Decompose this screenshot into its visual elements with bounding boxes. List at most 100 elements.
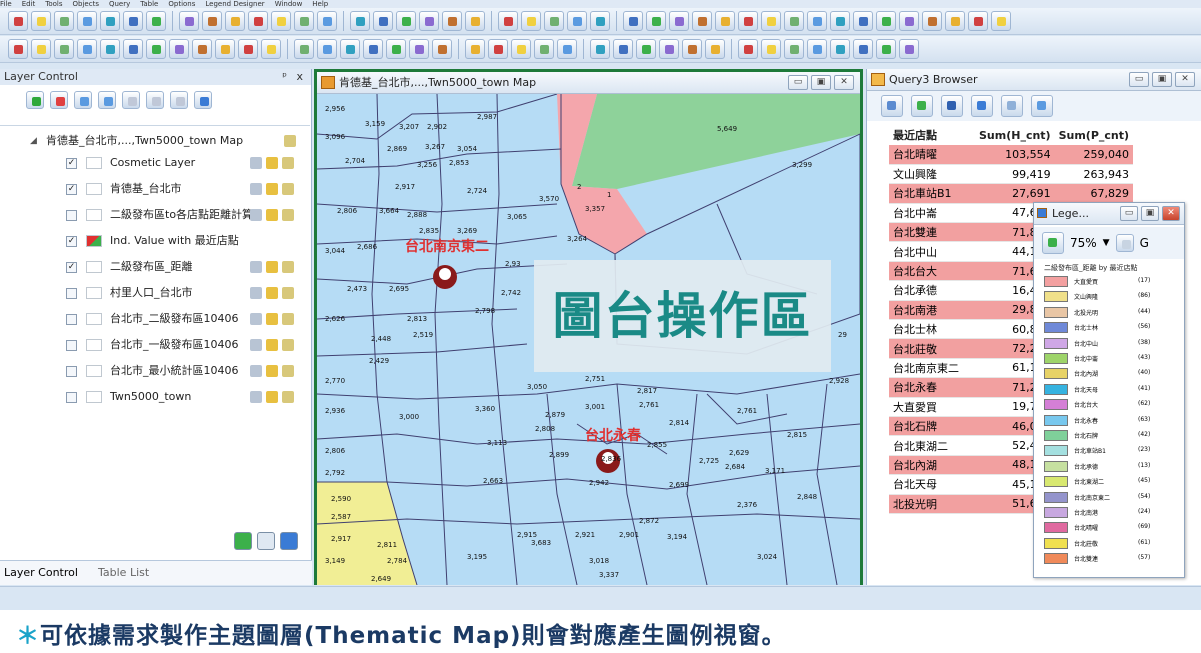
layer-row-ind-value[interactable]: ✓ Ind. Value with 最近店點 <box>0 230 310 252</box>
move-down-button[interactable] <box>98 91 116 109</box>
add-layer-button[interactable] <box>26 91 44 109</box>
toolbar-tool-button[interactable] <box>784 39 804 59</box>
refresh-button[interactable] <box>194 91 212 109</box>
editable-icon[interactable] <box>250 391 262 403</box>
toolbar-tool-button[interactable] <box>350 11 370 31</box>
map-tree-node[interactable]: ◢ 肯德基_台北市,...,Twn5000_town Map <box>0 130 310 152</box>
toolbar-tool-button[interactable] <box>409 39 429 59</box>
toolbar-tool-button[interactable] <box>215 39 235 59</box>
close-button[interactable]: ✕ <box>834 75 854 90</box>
toolbar-tool-button[interactable] <box>238 39 258 59</box>
zoom-select[interactable]: 75% <box>1070 236 1097 250</box>
tab-layer-control[interactable]: Layer Control <box>4 565 78 581</box>
layer-visibility-checkbox[interactable] <box>66 314 77 325</box>
toolbar-tool-button[interactable] <box>465 11 485 31</box>
toolbar-tool-button[interactable] <box>271 11 291 31</box>
toolbar-tool-button[interactable] <box>488 39 508 59</box>
minimize-button[interactable]: ▭ <box>788 75 808 90</box>
toolbar-tool-button[interactable] <box>511 39 531 59</box>
menu-item[interactable]: Query <box>109 0 130 8</box>
maximize-button[interactable]: ▣ <box>1141 206 1159 221</box>
editable-icon[interactable] <box>250 365 262 377</box>
label-icon[interactable] <box>282 391 294 403</box>
layer-visibility-checkbox[interactable] <box>66 340 77 351</box>
editable-icon[interactable] <box>250 287 262 299</box>
toolbar-tool-button[interactable] <box>294 11 314 31</box>
toolbar-tool-button[interactable] <box>853 11 873 31</box>
label-icon[interactable] <box>282 157 294 169</box>
toolbar-tool-button[interactable] <box>557 39 577 59</box>
toolbar-tool-button[interactable] <box>294 39 314 59</box>
toolbar-tool-button[interactable] <box>669 11 689 31</box>
chevron-down-icon[interactable]: ▼ <box>1103 238 1110 248</box>
toolbar-tool-button[interactable] <box>659 39 679 59</box>
toolbar-tool-button[interactable] <box>682 39 702 59</box>
column-header[interactable]: Sum(H_cnt) <box>975 125 1055 145</box>
toolbar-tool-button[interactable] <box>146 39 166 59</box>
toolbar-tool-button[interactable] <box>715 11 735 31</box>
menu-item[interactable]: Legend Designer <box>205 0 264 8</box>
selectable-icon[interactable] <box>266 391 278 403</box>
layer-row-district-distance[interactable]: ✓ 二級發布區_距離 <box>0 256 310 278</box>
toolbar-tool-button[interactable] <box>784 11 804 31</box>
table-row[interactable]: 台北車站B1 27,691 67,829 <box>889 183 1134 204</box>
close-button[interactable]: ✕ <box>1162 206 1180 221</box>
menu-item[interactable]: Edit <box>22 0 36 8</box>
toolbar-tool-button[interactable] <box>876 39 896 59</box>
toolbar-tool-button[interactable] <box>807 39 827 59</box>
toolbar-tool-button[interactable] <box>692 11 712 31</box>
maximize-button[interactable]: ▣ <box>811 75 831 90</box>
minimize-button[interactable]: ▭ <box>1129 72 1149 87</box>
layer-row-town[interactable]: Twn5000_town <box>0 386 310 408</box>
layer-row-distance-calc[interactable]: 二級發布區to各店點距離計算 <box>0 204 310 226</box>
toolbar-tool-button[interactable] <box>248 11 268 31</box>
layer-row-min-stat[interactable]: 台北市_最小統計區10406 <box>0 360 310 382</box>
toolbar-tool-button[interactable] <box>31 11 51 31</box>
remove-layer-button[interactable] <box>50 91 68 109</box>
toolbar-tool-button[interactable] <box>77 11 97 31</box>
columns-button[interactable] <box>1031 95 1053 117</box>
label-icon[interactable] <box>282 183 294 195</box>
selectable-icon[interactable] <box>266 209 278 221</box>
toolbar-tool-button[interactable] <box>738 11 758 31</box>
query-options-button[interactable] <box>881 95 903 117</box>
maximize-button[interactable]: ▣ <box>1152 72 1172 87</box>
toolbar-tool-button[interactable] <box>386 39 406 59</box>
move-up-button[interactable] <box>74 91 92 109</box>
toolbar-tool-button[interactable] <box>54 11 74 31</box>
toolbar-tool-button[interactable] <box>202 11 222 31</box>
selectable-icon[interactable] <box>266 287 278 299</box>
menu-item[interactable]: Options <box>168 0 195 8</box>
toolbar-tool-button[interactable] <box>590 11 610 31</box>
toolbar-tool-button[interactable] <box>922 11 942 31</box>
toolbar-tool-button[interactable] <box>363 39 383 59</box>
toolbar-tool-button[interactable] <box>646 11 666 31</box>
close-icon[interactable]: x <box>296 69 303 85</box>
label-icon[interactable] <box>282 209 294 221</box>
toolbar-tool-button[interactable] <box>899 39 919 59</box>
selectable-icon[interactable] <box>266 183 278 195</box>
toolbar-tool-button[interactable] <box>521 11 541 31</box>
toolbar-tool-button[interactable] <box>373 11 393 31</box>
toolbar-tool-button[interactable] <box>340 39 360 59</box>
toolbar-tool-button[interactable] <box>100 39 120 59</box>
layer-visibility-checkbox[interactable] <box>66 366 77 377</box>
legend-style-button[interactable] <box>1115 234 1134 252</box>
refresh-icon[interactable] <box>911 95 933 117</box>
toolbar-tool-button[interactable] <box>498 11 518 31</box>
layer-row-kfc-taipei[interactable]: ✓ 肯德基_台北市 <box>0 178 310 200</box>
label-icon[interactable] <box>282 313 294 325</box>
close-button[interactable]: ✕ <box>1175 72 1195 87</box>
layer-row-cosmetic[interactable]: ✓ Cosmetic Layer <box>0 152 310 174</box>
tab-table-list[interactable]: Table List <box>98 565 149 581</box>
toolbar-tool-button[interactable] <box>31 39 51 59</box>
label-button[interactable] <box>146 91 164 109</box>
menu-item[interactable]: Help <box>312 0 328 8</box>
toolbar-tool-button[interactable] <box>192 39 212 59</box>
toolbar-tool-button[interactable] <box>179 11 199 31</box>
toolbar-tool-button[interactable] <box>876 11 896 31</box>
selectable-icon[interactable] <box>266 157 278 169</box>
toolbar-tool-button[interactable] <box>968 11 988 31</box>
toolbar-tool-button[interactable] <box>396 11 416 31</box>
toolbar-tool-button[interactable] <box>738 39 758 59</box>
